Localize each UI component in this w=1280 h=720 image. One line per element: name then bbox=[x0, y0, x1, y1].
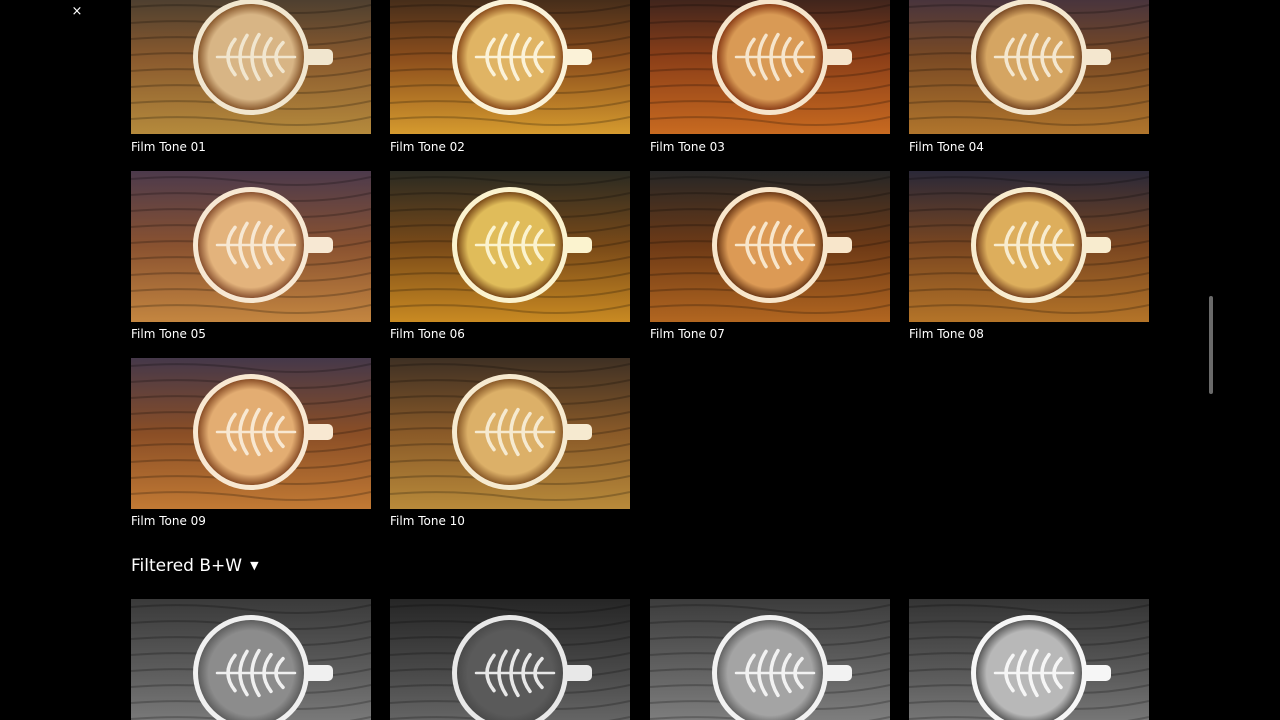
coffee-cup-image bbox=[909, 0, 1149, 134]
filter-thumbnail bbox=[390, 0, 630, 134]
filter-tile-bw-01[interactable] bbox=[131, 599, 371, 720]
filter-tile-bw-02[interactable] bbox=[390, 599, 630, 720]
filter-tile-label: Film Tone 03 bbox=[650, 140, 725, 154]
filter-thumbnail bbox=[650, 171, 890, 322]
filter-tile-label: Film Tone 08 bbox=[909, 327, 984, 341]
filter-tile-label: Film Tone 02 bbox=[390, 140, 465, 154]
coffee-cup-image bbox=[909, 599, 1149, 720]
filter-tile-film-tone-10[interactable]: Film Tone 10 bbox=[390, 358, 630, 528]
filter-thumbnail bbox=[650, 599, 890, 720]
coffee-cup-image bbox=[650, 599, 890, 720]
filter-tile-film-tone-08[interactable]: Film Tone 08 bbox=[909, 171, 1149, 341]
filter-tile-film-tone-01[interactable]: Film Tone 01 bbox=[131, 0, 371, 154]
filter-tile-label: Film Tone 04 bbox=[909, 140, 984, 154]
coffee-cup-image bbox=[131, 171, 371, 322]
coffee-cup-image bbox=[650, 171, 890, 322]
filter-thumbnail bbox=[909, 599, 1149, 720]
filter-tile-film-tone-02[interactable]: Film Tone 02 bbox=[390, 0, 630, 154]
coffee-cup-image bbox=[390, 171, 630, 322]
filter-thumbnail bbox=[131, 171, 371, 322]
coffee-cup-image bbox=[390, 0, 630, 134]
filter-thumbnail bbox=[390, 171, 630, 322]
filter-tile-label: Film Tone 10 bbox=[390, 514, 465, 528]
filter-thumbnail bbox=[390, 599, 630, 720]
scrollbar-thumb[interactable] bbox=[1209, 296, 1213, 394]
filter-thumbnail bbox=[131, 358, 371, 509]
coffee-cup-image bbox=[390, 599, 630, 720]
filter-tile-bw-04[interactable] bbox=[909, 599, 1149, 720]
filter-tile-label: Film Tone 01 bbox=[131, 140, 206, 154]
coffee-cup-image bbox=[390, 358, 630, 509]
filter-tile-film-tone-05[interactable]: Film Tone 05 bbox=[131, 171, 371, 341]
filter-tile-label: Film Tone 09 bbox=[131, 514, 206, 528]
coffee-cup-image bbox=[909, 171, 1149, 322]
close-button[interactable]: × bbox=[68, 3, 86, 21]
coffee-cup-image bbox=[650, 0, 890, 134]
filter-thumbnail bbox=[650, 0, 890, 134]
filter-thumbnail bbox=[131, 599, 371, 720]
filter-tile-film-tone-09[interactable]: Film Tone 09 bbox=[131, 358, 371, 528]
filter-thumbnail bbox=[909, 0, 1149, 134]
filter-tile-film-tone-07[interactable]: Film Tone 07 bbox=[650, 171, 890, 341]
section-title: Filtered B+W bbox=[131, 556, 243, 576]
filter-tile-film-tone-04[interactable]: Film Tone 04 bbox=[909, 0, 1149, 154]
filter-thumbnail bbox=[909, 171, 1149, 322]
filter-tile-label: Film Tone 06 bbox=[390, 327, 465, 341]
filter-tile-bw-03[interactable] bbox=[650, 599, 890, 720]
filter-tile-label: Film Tone 07 bbox=[650, 327, 725, 341]
filter-tile-film-tone-06[interactable]: Film Tone 06 bbox=[390, 171, 630, 341]
filter-tile-label: Film Tone 05 bbox=[131, 327, 206, 341]
chevron-down-icon: ▼ bbox=[250, 559, 259, 572]
section-heading-filtered-bw[interactable]: Filtered B+W ▼ bbox=[131, 555, 259, 577]
filter-tile-film-tone-03[interactable]: Film Tone 03 bbox=[650, 0, 890, 154]
filter-thumbnail bbox=[131, 0, 371, 134]
filter-thumbnail bbox=[390, 358, 630, 509]
coffee-cup-image bbox=[131, 0, 371, 134]
coffee-cup-image bbox=[131, 358, 371, 509]
coffee-cup-image bbox=[131, 599, 371, 720]
